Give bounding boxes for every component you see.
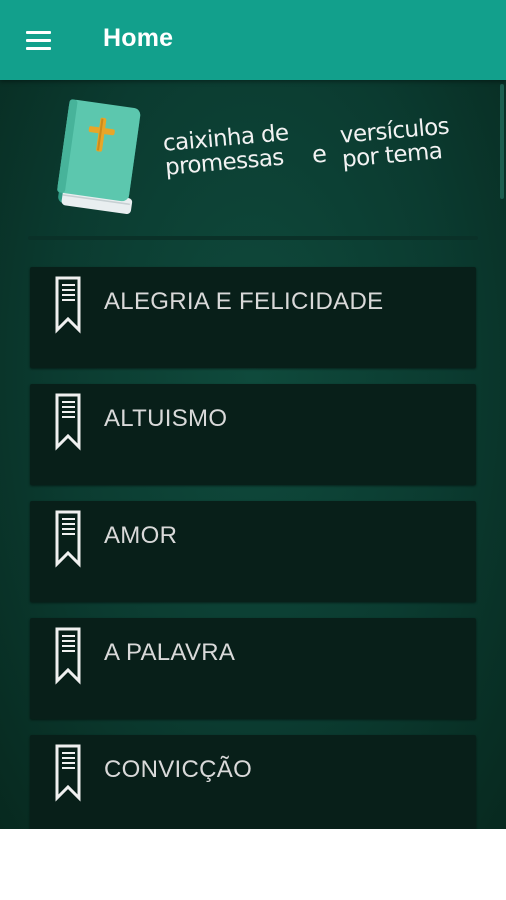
app-bar: Home — [0, 0, 506, 80]
app-banner: caixinha de promessas e versículos por t… — [0, 80, 506, 240]
bookmark-icon — [55, 627, 81, 685]
list-item[interactable]: AMOR — [30, 501, 476, 602]
bookmark-icon — [55, 393, 81, 451]
list-item[interactable]: A PALAVRA — [30, 618, 476, 719]
divider — [28, 236, 478, 240]
bookmark-icon — [55, 276, 81, 334]
banner-title-right: versículos por tema — [338, 113, 451, 173]
list-item[interactable]: ALTUISMO — [30, 384, 476, 485]
topic-label: ALEGRIA E FELICIDADE — [104, 288, 384, 315]
bookmark-icon — [55, 510, 81, 568]
list-item[interactable]: CONVICÇÃO — [30, 735, 476, 829]
topic-label: A PALAVRA — [104, 639, 236, 666]
topic-label: ALTUISMO — [104, 405, 228, 432]
banner-connector: e — [310, 139, 328, 169]
page-title: Home — [103, 24, 174, 52]
app-screen: Home caixinha de promessas e versículos … — [0, 0, 506, 829]
bookmark-icon — [55, 744, 81, 802]
banner-title-left: caixinha de promessas — [161, 120, 290, 181]
list-item[interactable]: ALEGRIA E FELICIDADE — [30, 267, 476, 368]
scrollbar[interactable] — [500, 84, 504, 199]
bible-book-icon — [57, 99, 141, 214]
topic-label: CONVICÇÃO — [104, 756, 253, 783]
hamburger-menu-icon[interactable] — [22, 26, 56, 56]
topic-label: AMOR — [104, 522, 178, 549]
topic-list: ALEGRIA E FELICIDADE ALTUISMO AMOR A PAL… — [30, 267, 476, 829]
